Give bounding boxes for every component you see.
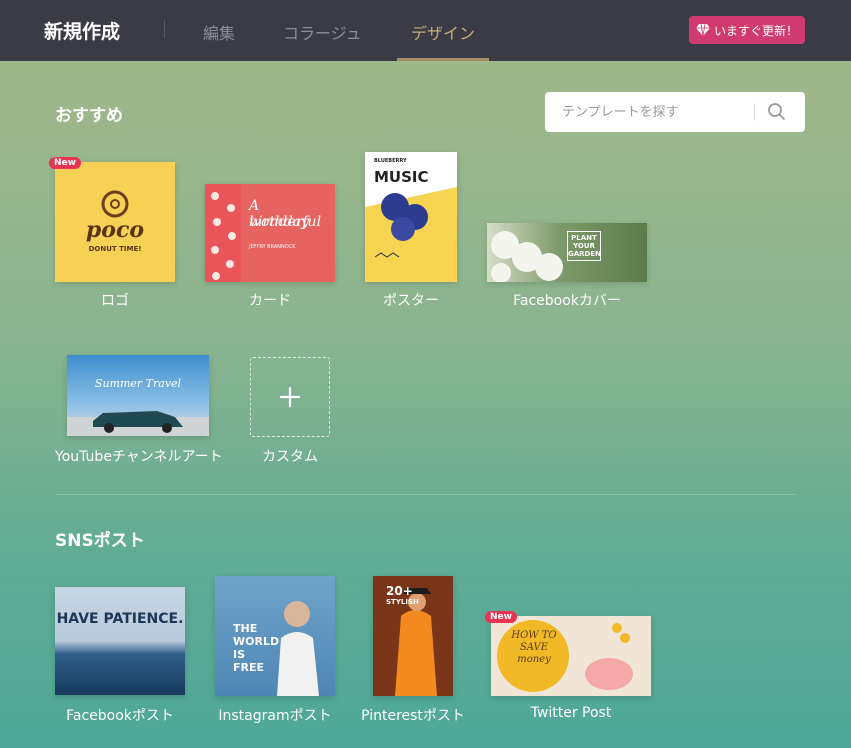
instagram-post-thumbnail: THE WORLD IS FREE <box>215 576 335 696</box>
section-title-recommended: おすすめ <box>55 106 123 126</box>
template-label-poster: ポスター <box>383 293 439 309</box>
facebook-cover-thumb-text: PLANT YOUR GARDEN <box>567 231 601 261</box>
pinterest-thumb-subtitle: STYLISH <box>386 598 419 606</box>
plus-icon <box>279 386 301 408</box>
twitter-post-thumbnail: HOW TO SAVE money <box>491 616 651 696</box>
template-label-instagram-post: Instagramポスト <box>218 708 332 724</box>
poster-thumb-title: MUSIC <box>374 168 429 186</box>
fashion-illustration <box>395 588 437 696</box>
search-input[interactable] <box>545 92 753 132</box>
twitter-text-line-2: SAVE <box>519 642 549 653</box>
donut-icon <box>101 190 129 218</box>
app-title: 新規作成 <box>44 21 121 43</box>
pinterest-thumb-number: 20+ <box>386 584 413 598</box>
cover-text-line-1: PLANT <box>571 234 597 242</box>
card-thumb-subtitle: birthday <box>249 214 309 230</box>
template-label-facebook-post: Facebookポスト <box>66 708 174 724</box>
template-label-facebook-cover: Facebookカバー <box>513 293 621 309</box>
logo-thumb-subtitle: DONUT TIME! <box>88 245 142 253</box>
template-label-logo: ロゴ <box>101 293 129 309</box>
instagram-post-thumb-text: THE WORLD IS FREE <box>233 622 279 674</box>
insta-text-line-2: WORLD <box>233 635 280 648</box>
custom-size-box <box>250 357 330 437</box>
poster-thumbnail: BLUEBERRY MUSIC <box>365 152 457 282</box>
template-label-custom: カスタム <box>262 449 318 465</box>
facebook-post-thumbnail: HAVE PATIENCE. <box>55 587 185 695</box>
top-bar: 新規作成 編集 コラージュ デザイン いますぐ更新！ <box>0 0 851 61</box>
tab-design[interactable]: デザイン <box>411 20 475 44</box>
blueberry-illustration <box>365 187 457 282</box>
twitter-text-line-1: HOW TO <box>511 630 557 641</box>
facebook-cover-thumbnail: PLANT YOUR GARDEN <box>487 223 647 282</box>
card-floral-border <box>205 184 241 282</box>
insta-text-line-3: IS <box>233 648 246 661</box>
search-icon[interactable] <box>767 102 787 122</box>
youtube-thumbnail: Summer Travel <box>67 355 209 436</box>
template-label-pinterest-post: Pinterestポスト <box>361 708 465 724</box>
car-illustration <box>67 411 209 436</box>
active-tab-indicator <box>397 58 489 61</box>
template-label-twitter-post: Twitter Post <box>530 705 612 721</box>
insta-text-line-1: THE <box>233 622 258 635</box>
header-divider <box>164 20 165 38</box>
new-badge: New <box>49 157 81 169</box>
template-label-youtube: YouTubeチャンネルアート <box>55 449 223 465</box>
tab-edit[interactable]: 編集 <box>203 20 235 44</box>
new-badge: New <box>485 611 517 623</box>
card-thumb-name: JEFFRY BRANNOCK <box>249 244 296 250</box>
cover-text-line-2: YOUR <box>573 242 595 250</box>
logo-thumb-title: poco <box>85 217 145 243</box>
section-divider <box>55 494 795 495</box>
tab-collage[interactable]: コラージュ <box>283 20 362 44</box>
cover-text-line-3: GARDEN <box>568 250 602 258</box>
upgrade-button[interactable]: いますぐ更新！ <box>689 16 805 44</box>
template-search <box>545 92 805 132</box>
logo-thumbnail: poco DONUT TIME! <box>55 162 175 282</box>
pinterest-post-thumbnail: 20+ STYLISH <box>373 576 453 696</box>
template-label-card: カード <box>249 293 291 309</box>
card-thumbnail: A wonderful birthday JEFFRY BRANNOCK <box>205 184 335 282</box>
search-divider <box>754 103 755 121</box>
diamond-icon <box>695 24 710 36</box>
section-title-sns: SNSポスト <box>55 531 145 551</box>
upgrade-label: いますぐ更新！ <box>713 23 798 38</box>
twitter-thumb-text: HOW TO SAVE money <box>503 630 565 666</box>
poster-thumb-band: BLUEBERRY <box>374 158 407 164</box>
twitter-text-line-3: money <box>517 654 551 665</box>
facebook-post-thumb-title: HAVE PATIENCE. <box>56 611 184 627</box>
insta-text-line-4: FREE <box>233 661 265 674</box>
